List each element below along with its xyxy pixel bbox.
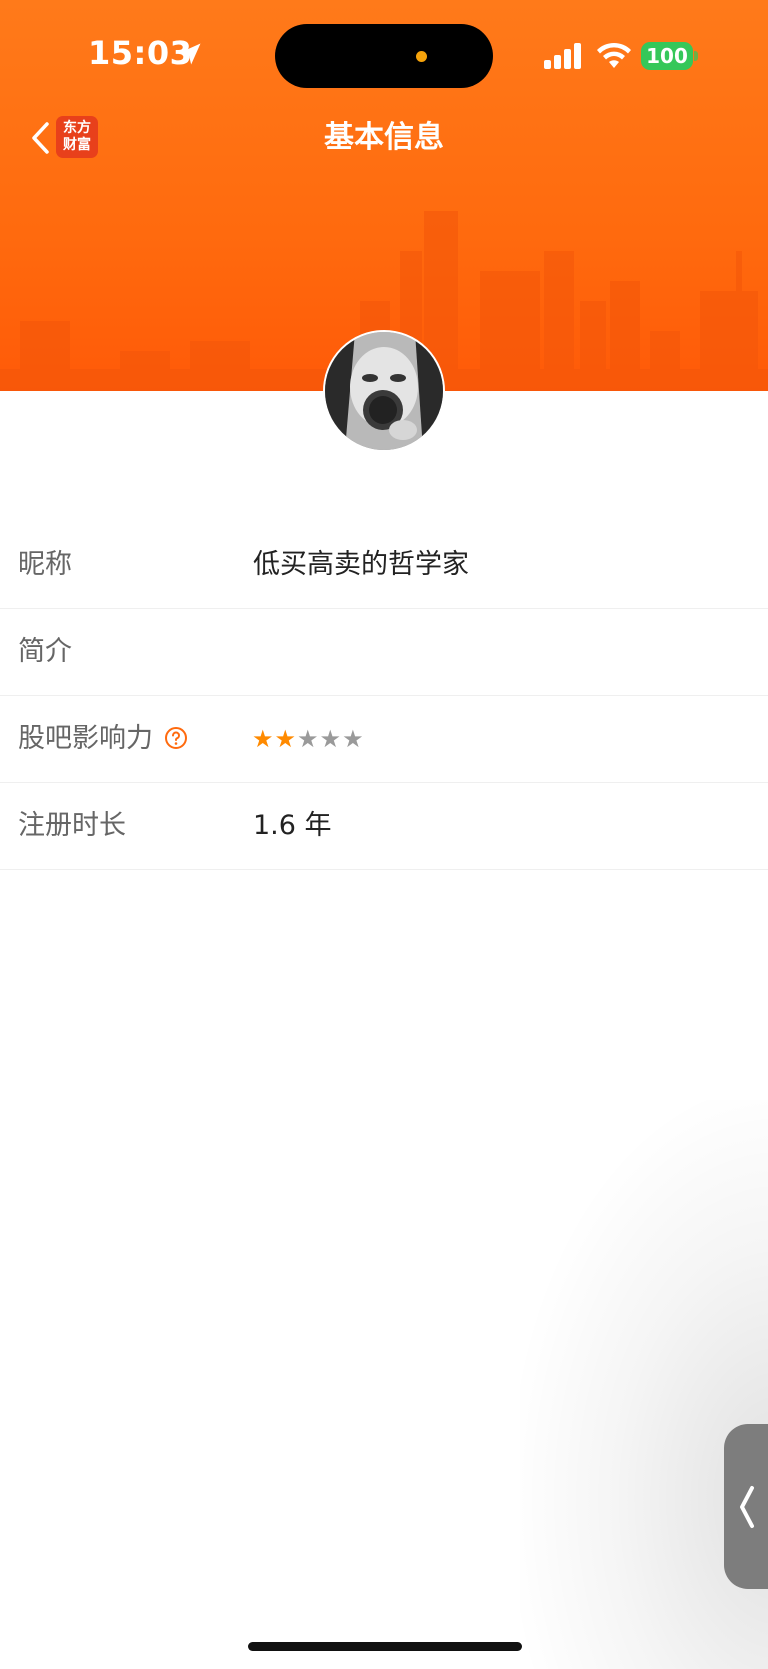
avatar-photo-illustration: [325, 332, 443, 450]
registration-value: 1.6 年: [253, 810, 332, 841]
cellular-signal-icon: [544, 43, 581, 69]
logo-text-line1: 东方: [63, 120, 91, 136]
chevron-left-icon: [32, 122, 49, 154]
nickname-value: 低买高卖的哲学家: [253, 549, 469, 580]
info-row-registration: 注册时长 1.6 年: [0, 783, 768, 870]
camera-indicator-dot: [416, 51, 427, 62]
question-circle-icon[interactable]: [164, 726, 188, 750]
star-empty: ★★★: [297, 725, 365, 753]
dynamic-island: [275, 24, 493, 88]
registration-label: 注册时长: [18, 810, 126, 841]
status-bar: 15:03 100: [0, 0, 768, 110]
nickname-label: 昵称: [18, 549, 72, 580]
influence-label: 股吧影响力: [18, 723, 153, 754]
battery-icon: 100: [641, 42, 693, 70]
user-avatar[interactable]: [323, 330, 445, 452]
info-row-bio[interactable]: 简介: [0, 609, 768, 696]
chevron-left-icon: [740, 1486, 754, 1528]
battery-cap: [694, 51, 698, 61]
influence-star-rating: ★★★★★: [252, 696, 365, 782]
page-title: 基本信息: [324, 120, 444, 155]
back-button[interactable]: [20, 118, 60, 158]
info-row-nickname[interactable]: 昵称 低买高卖的哲学家: [0, 522, 768, 609]
side-tab-shadow: [520, 1100, 768, 1669]
profile-basic-info-screen: 15:03 100 基本信息 东方 财富 昵称 低买高卖的哲学家 简介 股吧影响…: [0, 0, 768, 1669]
nav-bar: 基本信息 东方 财富: [0, 110, 768, 166]
location-arrow-icon: [179, 43, 201, 65]
info-row-influence: 股吧影响力 ★★★★★: [0, 696, 768, 783]
side-floating-tab[interactable]: [724, 1424, 768, 1589]
info-list: 昵称 低买高卖的哲学家 简介 股吧影响力 ★★★★★ 注册时长 1.6 年: [0, 522, 768, 870]
battery-level: 100: [646, 44, 688, 68]
bio-label: 简介: [18, 636, 72, 667]
wifi-icon: [597, 42, 631, 68]
app-logo[interactable]: 东方 财富: [56, 116, 98, 158]
home-indicator[interactable]: [248, 1642, 522, 1651]
logo-text-line2: 财富: [63, 137, 91, 153]
star-filled: ★★: [252, 725, 298, 753]
